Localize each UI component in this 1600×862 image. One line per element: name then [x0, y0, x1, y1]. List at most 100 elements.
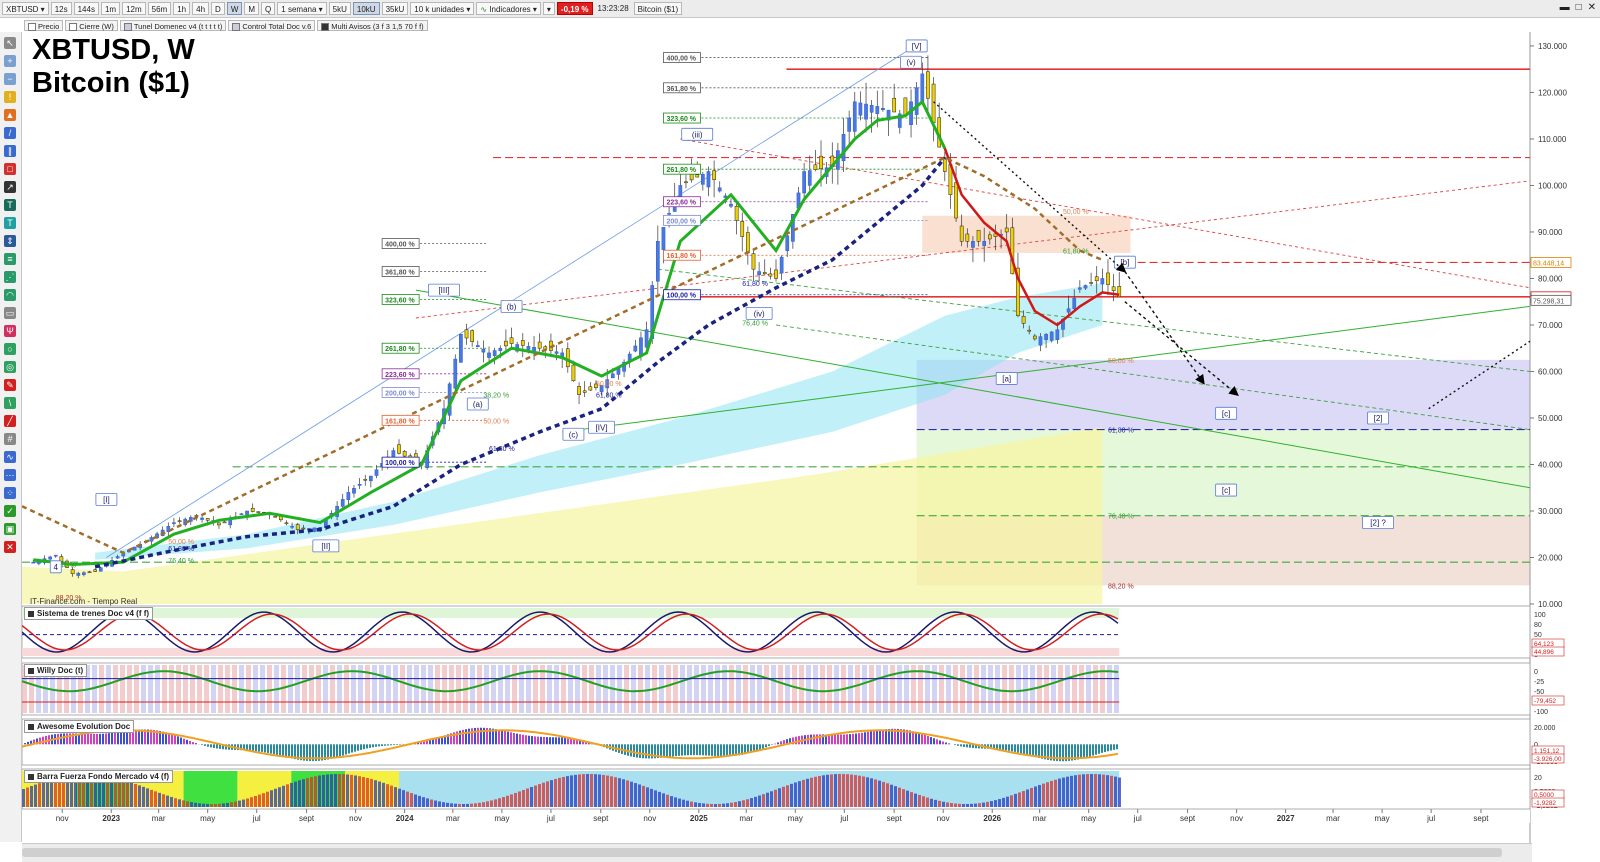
panel-close-icon[interactable] — [28, 773, 34, 780]
barra-bar — [630, 781, 633, 807]
zoom-out-icon[interactable]: − — [4, 73, 16, 85]
period-button-1h[interactable]: 1h — [173, 2, 191, 15]
period-button-4h[interactable]: 4h — [192, 2, 210, 15]
grid-icon[interactable]: ⋯ — [4, 469, 16, 481]
panel-close-icon[interactable] — [28, 723, 34, 730]
willy-bar — [120, 665, 125, 713]
channel-icon[interactable]: ∥ — [4, 145, 16, 157]
fan-icon[interactable]: ⋰ — [4, 271, 16, 283]
panel-close-icon[interactable] — [28, 610, 34, 617]
barra-bar — [290, 782, 293, 807]
period-button-56m[interactable]: 56m — [147, 2, 172, 15]
minimize-icon[interactable]: ▬ — [1560, 2, 1570, 13]
indicator-tag-price[interactable]: Precio — [24, 19, 64, 31]
barra-bar — [514, 792, 517, 807]
range-selector[interactable]: 1 semana ▾ — [277, 2, 327, 15]
dots-icon[interactable]: ⁘ — [4, 487, 16, 499]
period-button-144s[interactable]: 144s — [73, 2, 99, 15]
indicator-tag-control[interactable]: Control Total Doc v.6 — [228, 19, 316, 31]
barra-bar — [698, 802, 701, 807]
barra-bar — [122, 780, 125, 807]
x-tick-label: nov — [349, 814, 362, 823]
period-button-w[interactable]: W — [226, 2, 243, 15]
lock-icon[interactable]: ▣ — [4, 523, 16, 535]
panel-tick-label: 80 — [1534, 622, 1542, 629]
delete-icon[interactable]: ✕ — [4, 541, 16, 553]
barra-bar — [386, 784, 389, 807]
candle-body — [819, 155, 823, 169]
alert-icon[interactable]: ▲ — [4, 109, 16, 121]
symbol-selector[interactable]: XBTUSD ▾ — [2, 2, 49, 15]
trendline-icon[interactable]: / — [4, 127, 16, 139]
ray-icon[interactable]: ↗ — [4, 181, 16, 193]
panel-title-willy[interactable]: Willy Doc (t) — [24, 664, 88, 677]
panel-title-awesome[interactable]: Awesome Evolution Doc — [24, 720, 135, 733]
close-icon[interactable]: ✕ — [1588, 2, 1596, 13]
text-icon[interactable]: T — [4, 199, 16, 211]
label-icon[interactable]: T — [4, 217, 16, 229]
unit-button-5ku[interactable]: 5kU — [328, 2, 351, 15]
barra-bar — [846, 774, 849, 807]
barra-bar — [610, 776, 613, 807]
fibonacci-icon[interactable]: ≡ — [4, 253, 16, 265]
x-tick-label: 2024 — [396, 814, 414, 823]
cycle-icon[interactable]: ◎ — [4, 361, 16, 373]
period-button-d[interactable]: D — [211, 2, 225, 15]
price-chart[interactable]: 10.000 20.000 30.000 40.000 50.000 60.000 70.0… — [22, 32, 1600, 843]
candle-body — [397, 444, 401, 454]
instrument-name: Bitcoin ($1) — [633, 2, 683, 15]
units-selector[interactable]: 10 k unidades ▾ — [410, 2, 475, 15]
barra-bar — [162, 794, 165, 807]
period-button-12m[interactable]: 12m — [122, 2, 146, 15]
wave-icon[interactable]: ∿ — [4, 451, 16, 463]
panel-title-trenes[interactable]: Sistema de trenes Doc v4 (f f) — [24, 607, 154, 620]
fib-label: 100,00 % — [385, 460, 415, 467]
indicator-tag-multi[interactable]: Multi Avisos (3 f 3 1,5 70 f f) — [317, 19, 428, 31]
unit-button-10ku[interactable]: 10kU — [352, 2, 380, 15]
bell-icon[interactable]: ! — [4, 91, 16, 103]
maximize-icon[interactable]: □ — [1576, 2, 1582, 13]
candle-body — [312, 527, 317, 532]
period-button-m[interactable]: M — [244, 2, 260, 15]
indicator-tag-close[interactable]: Cierre (W) — [65, 19, 118, 31]
pointer-icon[interactable]: ↖ — [4, 37, 16, 49]
indicators-button[interactable]: ∿ Indicadores ▾ — [476, 2, 541, 15]
arc-icon[interactable]: ◠ — [4, 289, 16, 301]
clock-time: 13:23:28 — [597, 4, 629, 13]
barra-bar — [738, 801, 741, 807]
fib-label: 161,80 % — [666, 253, 696, 260]
candle-body — [464, 329, 469, 339]
gann-icon[interactable]: # — [4, 433, 16, 445]
dropdown-button[interactable]: ▾ — [542, 2, 555, 15]
check-icon[interactable]: ✓ — [4, 505, 16, 517]
indicator-tag-tunel[interactable]: Tunel Domenec v4 (t t t t t) — [119, 19, 227, 31]
barra-bar — [806, 778, 809, 807]
scrollbar-thumb[interactable] — [22, 848, 1502, 857]
rectangle-icon[interactable]: □ — [4, 163, 16, 175]
barra-bar — [202, 803, 205, 807]
period-button-1m[interactable]: 1m — [100, 2, 121, 15]
line-icon[interactable]: \ — [4, 397, 16, 409]
period-button-12s[interactable]: 12s — [50, 2, 72, 15]
candle-body — [369, 475, 373, 482]
x-tick-label: jul — [1133, 814, 1142, 823]
zoom-in-icon[interactable]: + — [4, 55, 16, 67]
panel-close-icon[interactable] — [28, 667, 34, 674]
barra-bar — [686, 800, 689, 807]
brush-icon[interactable]: ╱ — [4, 415, 16, 427]
ruler-icon[interactable]: ▭ — [4, 307, 16, 319]
measure-icon[interactable]: ⇕ — [4, 235, 16, 247]
candle-body — [864, 103, 868, 120]
horizontal-scrollbar[interactable] — [22, 843, 1532, 862]
barra-bar — [878, 780, 881, 807]
willy-bar — [267, 665, 272, 713]
pen-icon[interactable]: ✎ — [4, 379, 16, 391]
candle-body — [1004, 227, 1009, 233]
pitchfork-icon[interactable]: Ψ — [4, 325, 16, 337]
unit-button-35ku[interactable]: 35kU — [381, 2, 409, 15]
barra-bar — [226, 802, 229, 807]
period-button-q[interactable]: Q — [261, 2, 276, 15]
candle-body — [453, 358, 458, 389]
ellipse-icon[interactable]: ○ — [4, 343, 16, 355]
panel-title-barra[interactable]: Barra Fuerza Fondo Mercado v4 (f) — [24, 770, 174, 783]
